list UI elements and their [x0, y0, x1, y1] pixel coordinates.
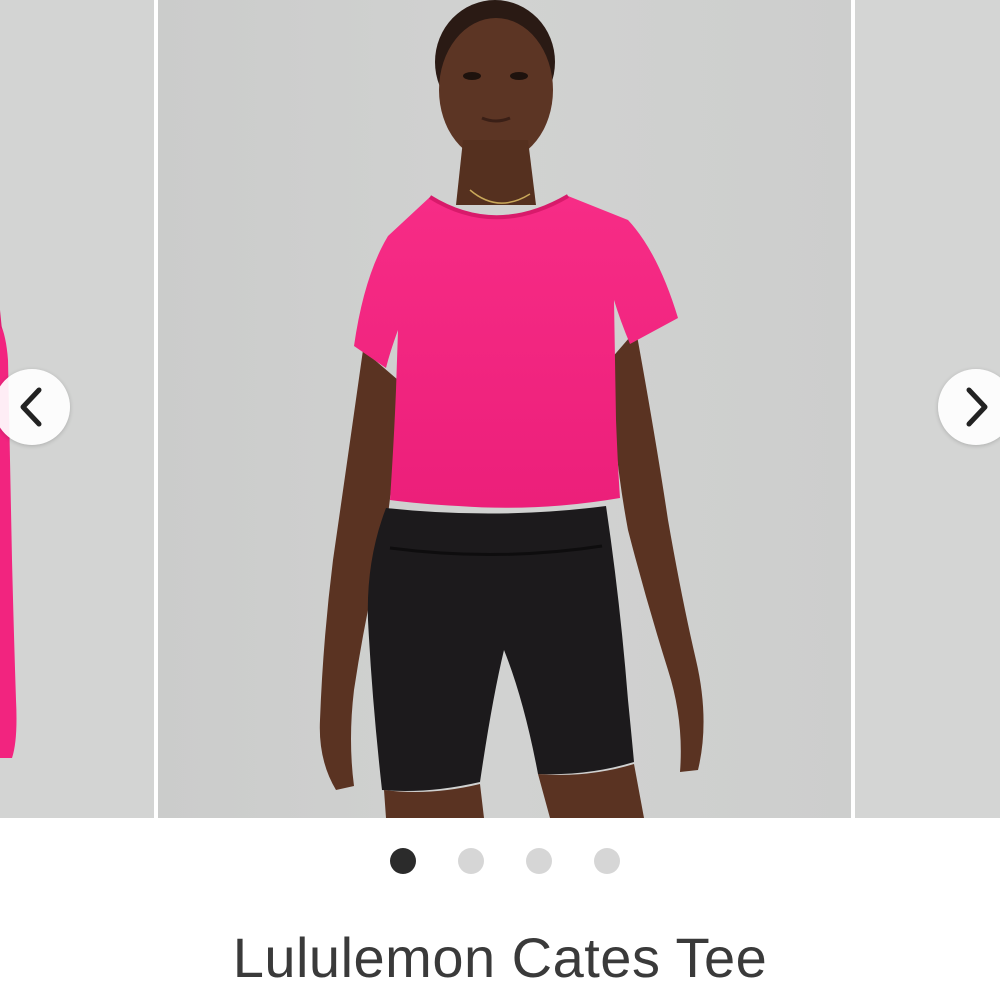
slide-divider [154, 0, 158, 818]
image-carousel[interactable] [0, 0, 1000, 818]
chevron-right-icon [966, 387, 988, 427]
chevron-left-icon [20, 387, 42, 427]
pagination-dot-4[interactable] [594, 848, 620, 874]
pagination-dot-3[interactable] [526, 848, 552, 874]
slide-divider [851, 0, 855, 818]
product-title: Lululemon Cates Tee [232, 926, 768, 989]
pagination-dot-2[interactable] [458, 848, 484, 874]
product-photo-current [158, 0, 851, 818]
pagination-dot-1[interactable] [390, 848, 416, 874]
carousel-slide-current [158, 0, 851, 818]
carousel-pagination [0, 846, 1000, 876]
